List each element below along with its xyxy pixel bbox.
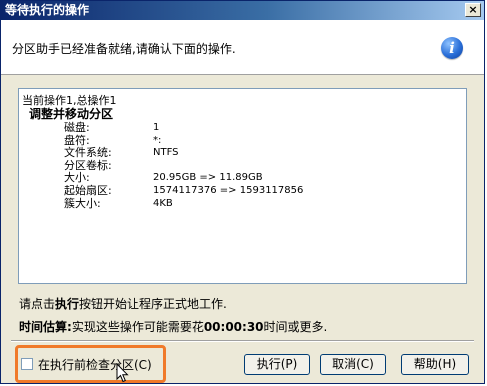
title-bar: 等待执行的操作 × [1, 1, 484, 20]
operation-details: 磁盘: 1 盘符: *: 文件系统: NTFS 分区卷标: 大小: 20.95G… [64, 121, 304, 211]
detail-value: NTFS [153, 147, 179, 159]
cancel-button[interactable]: 取消(C) [320, 354, 386, 375]
detail-key: 簇大小: [64, 196, 101, 210]
detail-value: *: [153, 134, 162, 146]
detail-row-start-sector: 起始扇区: 1574117376 => 1593117856 [64, 183, 304, 198]
detail-key: 文件系统: [64, 146, 112, 160]
operation-title: 调整并移动分区 [29, 107, 114, 121]
execute-instruction: 请点击执行按钮开始让程序正式地工作. [19, 295, 227, 312]
time-estimate-pre: 实现这些操作可能需要花 [71, 320, 204, 334]
dialog-header: 分区助手已经准备就绪,请确认下面的操作. i [1, 20, 484, 75]
detail-row-cluster-size: 簇大小: 4KB [64, 196, 303, 211]
detail-key: 起始扇区: [64, 183, 112, 197]
mouse-cursor-icon [116, 363, 129, 383]
detail-value: 1 [153, 122, 160, 133]
help-button[interactable]: 帮助(H) [401, 354, 469, 375]
detail-key: 磁盘: [64, 121, 90, 134]
detail-value: 20.95GB => 11.89GB [153, 172, 263, 184]
divider [11, 340, 474, 342]
detail-row-filesystem: 文件系统: NTFS [64, 147, 303, 160]
detail-value: 1574117376 => 1593117856 [153, 184, 304, 196]
detail-value: 4KB [153, 197, 173, 209]
time-estimate-post: 时间或更多. [263, 320, 328, 334]
check-partition-label[interactable]: 在执行前检查分区(C) [38, 356, 152, 373]
time-estimate-value: 00:00:30 [203, 320, 264, 334]
instruction-post: 按钮开始让程序正式地工作. [79, 297, 227, 311]
detail-row-disk: 磁盘: 1 [64, 121, 303, 135]
window-title: 等待执行的操作 [5, 3, 90, 17]
execute-button[interactable]: 执行(P) [244, 354, 310, 375]
instruction-pre: 请点击 [19, 297, 56, 311]
check-partition-checkbox[interactable] [21, 358, 33, 370]
header-message: 分区助手已经准备就绪,请确认下面的操作. [12, 42, 236, 56]
info-icon: i [441, 37, 463, 59]
operations-list[interactable]: 当前操作1,总操作1 调整并移动分区 磁盘: 1 盘符: *: 文件系统: NT… [18, 88, 467, 284]
detail-row-volume-label: 分区卷标: [64, 159, 303, 173]
instruction-bold: 执行 [55, 297, 80, 311]
dialog-window: 等待执行的操作 × 分区助手已经准备就绪,请确认下面的操作. i 当前操作1,总… [0, 0, 485, 384]
time-estimate-label: 时间估算: [19, 320, 72, 334]
time-estimate: 时间估算:实现这些操作可能需要花00:00:30时间或更多. [19, 318, 327, 335]
close-button[interactable]: × [465, 3, 481, 17]
